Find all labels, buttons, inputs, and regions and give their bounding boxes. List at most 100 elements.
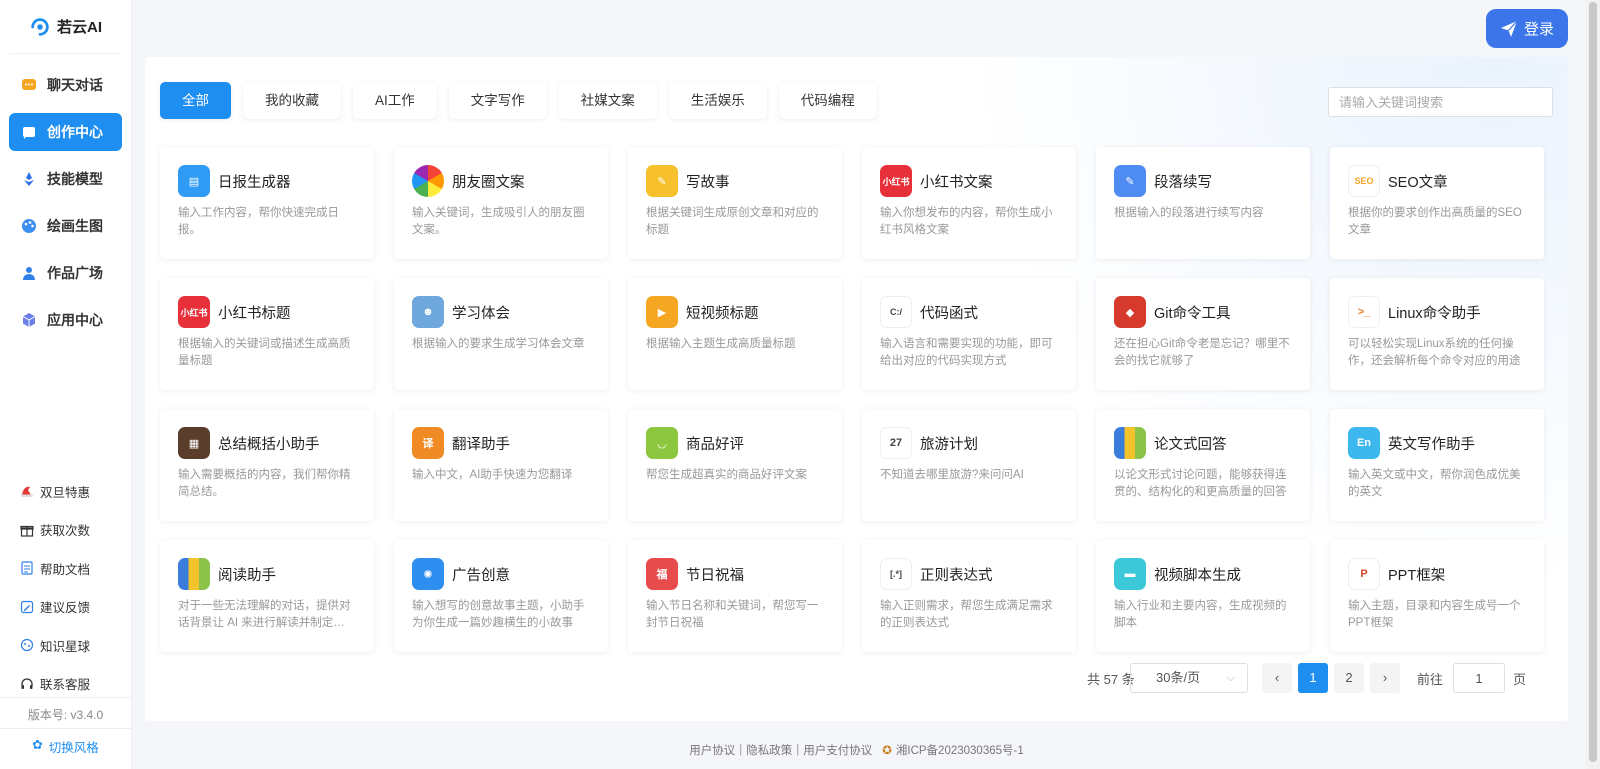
- category-tabs: 全部 我的收藏 AI工作 文字写作 社媒文案 生活娱乐 代码编程: [160, 82, 877, 119]
- app-card[interactable]: 福 节日祝福 输入节日名称和关键词，帮您写一封节日祝福: [628, 540, 842, 652]
- shopping-bag-icon: ◡: [646, 427, 678, 459]
- nav-item-chat[interactable]: 聊天对话: [9, 66, 122, 104]
- tab-3[interactable]: 文字写作: [448, 82, 547, 119]
- app-card[interactable]: ▦ 总结概括小助手 输入需要概括的内容，我们帮你精简总结。: [160, 409, 374, 521]
- next-page-button[interactable]: ›: [1370, 663, 1400, 693]
- footer-link-user-agreement[interactable]: 用户协议: [689, 742, 735, 758]
- app-card[interactable]: C:/ 代码函式 输入语言和需要实现的功能，即可给出对应的代码实现方式: [862, 278, 1076, 390]
- page-size-select[interactable]: 30条/页 ⌵: [1130, 663, 1248, 693]
- link-label: 双旦特惠: [40, 485, 91, 500]
- nav-label: 应用中心: [47, 312, 103, 328]
- card-header: ◡ 商品好评: [646, 426, 824, 460]
- app-card[interactable]: ✎ 段落续写 根据输入的段落进行续写内容: [1096, 147, 1310, 259]
- app-card[interactable]: ▶ 短视频标题 根据输入主题生成高质量标题: [628, 278, 842, 390]
- card-header: ✎ 段落续写: [1114, 164, 1292, 198]
- app-card[interactable]: 阅读助手对于一些无法理解的对话，提供对话背景让 AI 来进行解读并制定出回复: [160, 540, 374, 652]
- link-label: 联系客服: [40, 678, 91, 693]
- tab-6[interactable]: 代码编程: [778, 82, 877, 119]
- seo-icon: SEO: [1348, 165, 1380, 197]
- creation-icon: [23, 127, 35, 139]
- footer-link-privacy[interactable]: 隐私政策: [746, 742, 792, 758]
- app-card[interactable]: SEO SEO文章 根据你的要求创作出高质量的SEO文章: [1330, 147, 1544, 259]
- footer-icp[interactable]: 湘ICP备2023030365号-1: [896, 742, 1024, 758]
- goto-page-input[interactable]: [1453, 663, 1505, 693]
- nav-item-square[interactable]: 作品广场: [9, 254, 122, 292]
- card-header: 论文式回答: [1114, 426, 1292, 460]
- card-description: 根据输入的要求生成学习体会文章: [412, 338, 585, 350]
- card-title: SEO文章: [1388, 174, 1448, 191]
- app-card[interactable]: P PPT框架 输入主题，目录和内容生成号一个PPT框架: [1330, 540, 1544, 652]
- login-button[interactable]: 登录: [1486, 9, 1568, 48]
- link-get-credits[interactable]: 获取次数: [0, 511, 131, 550]
- brand[interactable]: 若云AI: [10, 0, 121, 54]
- tab-0[interactable]: 全部: [160, 82, 231, 119]
- headset-icon: [21, 678, 33, 689]
- link-feedback[interactable]: 建议反馈: [0, 588, 131, 627]
- card-description: 以论文形式讨论问题，能够获得连贯的、结构化的和更高质量的回答: [1114, 469, 1287, 498]
- icon-glyph: ▬: [1124, 568, 1136, 580]
- nav-item-apps[interactable]: 应用中心: [9, 301, 122, 339]
- scrollbar-thumb[interactable]: [1589, 2, 1597, 762]
- nav-item-skill[interactable]: 技能模型: [9, 160, 122, 198]
- app-card[interactable]: ◆ Git命令工具 还在担心Git命令老是忘记？哪里不会的找它就够了: [1096, 278, 1310, 390]
- tab-2[interactable]: AI工作: [353, 82, 437, 119]
- tab-5[interactable]: 生活娱乐: [668, 82, 767, 119]
- icon-glyph: SEO: [1354, 176, 1374, 186]
- app-card[interactable]: >_ Linux命令助手 可以轻松实现Linux系统的任何操作，还会解析每个命令对应…: [1330, 278, 1544, 390]
- megaphone-icon: ✺: [412, 558, 444, 590]
- app-card[interactable]: 小红书 小红书标题 根据输入的关键词或描述生成高质量标题: [160, 278, 374, 390]
- link-knowledge-planet[interactable]: 知识星球: [0, 626, 131, 665]
- icon-glyph: 小红书: [180, 307, 208, 318]
- logo-icon: [31, 17, 49, 36]
- app-card[interactable]: ✺ 广告创意 输入想写的创意故事主题，小助手为你生成一篇妙趣横生的小故事: [394, 540, 608, 652]
- xiaohongshu-icon: 小红书: [178, 296, 210, 328]
- switch-style-label: 切换风格: [48, 741, 99, 755]
- link-help-docs[interactable]: 帮助文档: [0, 549, 131, 588]
- card-header: ▶ 短视频标题: [646, 295, 824, 329]
- police-badge-icon: ✪: [882, 745, 892, 757]
- link-label: 帮助文档: [40, 562, 91, 577]
- hat-icon: [21, 487, 33, 498]
- page-button-1[interactable]: 1: [1298, 663, 1328, 693]
- planet-icon: [20, 639, 34, 652]
- footer: 用户协议 | 隐私政策 | 用户支付协议 ✪ 湘ICP备2023030365号-…: [145, 742, 1568, 758]
- card-description: 输入工作内容，帮你快速完成日报。: [178, 207, 339, 236]
- page-button-2[interactable]: 2: [1334, 663, 1364, 693]
- card-description: 输入语言和需要实现的功能，即可给出对应的代码实现方式: [880, 338, 1053, 367]
- search-input[interactable]: [1328, 87, 1553, 117]
- goto-suffix: 页: [1513, 672, 1527, 687]
- paragraph-icon: ✎: [1114, 165, 1146, 197]
- card-header: 阅读助手: [178, 557, 356, 591]
- prev-page-button[interactable]: ‹: [1262, 663, 1292, 693]
- app-card[interactable]: ◡ 商品好评 帮您生成超真实的商品好评文案: [628, 409, 842, 521]
- card-title: 朋友圈文案: [452, 174, 525, 191]
- app-card[interactable]: 论文式回答以论文形式讨论问题，能够获得连贯的、结构化的和更高质量的回答: [1096, 409, 1310, 521]
- nav-item-draw[interactable]: 绘画生图: [9, 207, 122, 245]
- app-card[interactable]: En 英文写作助手 输入英文或中文，帮你润色成优美的英文: [1330, 409, 1544, 521]
- icon-glyph: ▶: [657, 306, 667, 319]
- app-card[interactable]: 小红书 小红书文案 输入你想发布的内容，帮你生成小红书风格文案: [862, 147, 1076, 259]
- app-card[interactable]: 朋友圈文案 输入关键词，生成吸引人的朋友圈文案。: [394, 147, 608, 259]
- card-header: ✎ 写故事: [646, 164, 824, 198]
- app-card[interactable]: 27 旅游计划 不知道去哪里旅游?来问问AI: [862, 409, 1076, 521]
- video-icon: ▶: [646, 296, 678, 328]
- nav-label: 创作中心: [47, 124, 103, 140]
- tab-4[interactable]: 社媒文案: [558, 82, 657, 119]
- icon-glyph: 译: [422, 438, 434, 450]
- card-description: 对于一些无法理解的对话，提供对话背景让 AI 来进行解读并制定出回复: [178, 600, 351, 629]
- link-promo[interactable]: 双旦特惠: [0, 472, 131, 511]
- app-card[interactable]: ▬ 视频脚本生成 输入行业和主要内容，生成视频的脚本: [1096, 540, 1310, 652]
- cube-icon: [22, 313, 36, 327]
- app-card[interactable]: [.*] 正则表达式 输入正则需求，帮您生成满足需求的正则表达式: [862, 540, 1076, 652]
- app-card[interactable]: ✎ 写故事 根据关键词生成原创文章和对应的标题: [628, 147, 842, 259]
- app-card[interactable]: 译 翻译助手 输入中文，AI助手快速为您翻译: [394, 409, 608, 521]
- footer-link-payment[interactable]: 用户支付协议: [803, 742, 872, 758]
- student-icon: ☻: [412, 296, 444, 328]
- icon-glyph: ✎: [1125, 175, 1135, 188]
- card-header: 福 节日祝福: [646, 557, 824, 591]
- tab-1[interactable]: 我的收藏: [243, 82, 341, 119]
- app-card[interactable]: ▤ 日报生成器 输入工作内容，帮你快速完成日报。: [160, 147, 374, 259]
- nav-item-creation[interactable]: 创作中心: [9, 113, 122, 151]
- app-card[interactable]: ☻ 学习体会 根据输入的要求生成学习体会文章: [394, 278, 608, 390]
- switch-style-button[interactable]: ✿ 切换风格: [0, 728, 131, 756]
